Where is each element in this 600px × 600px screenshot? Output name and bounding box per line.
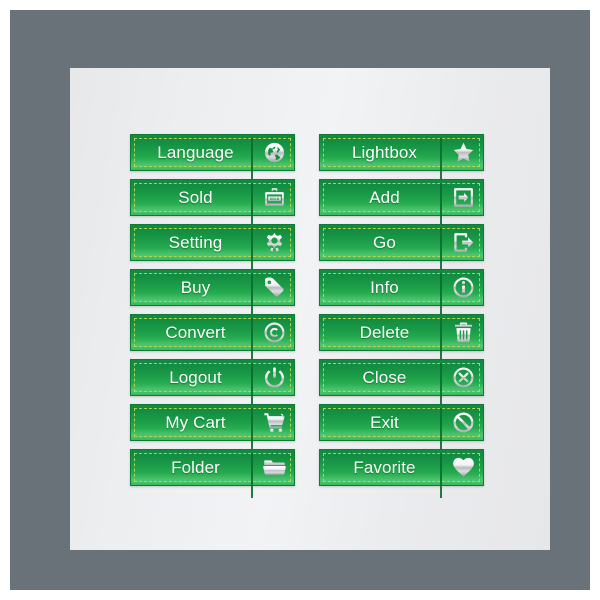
globe-icon — [254, 135, 294, 170]
button-label: Sold — [178, 188, 213, 207]
button-slot: Go — [319, 224, 484, 273]
button-slot: Language — [130, 134, 295, 183]
button-column-left: Language Sold SOLD Setting Buy Convert Logout M… — [130, 134, 295, 498]
price-tag-icon — [254, 270, 294, 305]
close-circle-icon — [443, 360, 483, 395]
button-slot: Lightbox — [319, 134, 484, 183]
no-entry-icon — [443, 405, 483, 440]
button-convert[interactable]: Convert — [130, 314, 295, 351]
button-slot: Buy — [130, 269, 295, 318]
button-favorite[interactable]: Favorite — [319, 449, 484, 486]
button-setting[interactable]: Setting — [130, 224, 295, 261]
button-label: Add — [369, 188, 400, 207]
screenshot-root: Language Sold SOLD Setting Buy Convert Logout M… — [0, 0, 600, 600]
button-sold[interactable]: Sold SOLD — [130, 179, 295, 216]
heart-icon — [443, 450, 483, 485]
button-label: Buy — [180, 278, 211, 297]
button-go[interactable]: Go — [319, 224, 484, 261]
button-slot: Convert — [130, 314, 295, 363]
button-grid: Language Sold SOLD Setting Buy Convert Logout M… — [70, 68, 550, 550]
button-add[interactable]: Add — [319, 179, 484, 216]
trash-icon — [443, 315, 483, 350]
button-slot: Sold SOLD — [130, 179, 295, 228]
button-label: Language — [157, 143, 234, 162]
button-language[interactable]: Language — [130, 134, 295, 171]
button-info[interactable]: Info — [319, 269, 484, 306]
button-label: My Cart — [165, 413, 226, 432]
button-buy[interactable]: Buy — [130, 269, 295, 306]
button-folder[interactable]: Folder — [130, 449, 295, 486]
button-label: Info — [370, 278, 399, 297]
copyright-icon — [254, 315, 294, 350]
button-label: Logout — [169, 368, 222, 387]
button-label: Setting — [168, 233, 223, 252]
button-close[interactable]: Close — [319, 359, 484, 396]
button-label: Lightbox — [351, 143, 418, 162]
button-slot: Delete — [319, 314, 484, 363]
shopping-cart-icon — [254, 405, 294, 440]
outer-frame: Language Sold SOLD Setting Buy Convert Logout M… — [10, 10, 590, 590]
button-label: Folder — [171, 458, 220, 477]
button-lightbox[interactable]: Lightbox — [319, 134, 484, 171]
button-label: Convert — [165, 323, 226, 342]
power-icon — [254, 360, 294, 395]
button-slot: My Cart — [130, 404, 295, 453]
button-label: Exit — [370, 413, 399, 432]
button-slot: Favorite — [319, 449, 484, 498]
button-slot: Folder — [130, 449, 295, 498]
button-slot: Logout — [130, 359, 295, 408]
sold-basket-icon: SOLD — [254, 180, 294, 215]
button-slot: Info — [319, 269, 484, 318]
button-slot: Close — [319, 359, 484, 408]
button-label: Go — [373, 233, 396, 252]
button-label: Delete — [359, 323, 410, 342]
button-slot: Setting — [130, 224, 295, 273]
button-exit[interactable]: Exit — [319, 404, 484, 441]
gear-icon — [254, 225, 294, 260]
enter-arrow-icon — [443, 225, 483, 260]
button-slot: Exit — [319, 404, 484, 453]
button-delete[interactable]: Delete — [319, 314, 484, 351]
button-label: Close — [362, 368, 407, 387]
button-label: Favorite — [353, 458, 416, 477]
info-circle-icon — [443, 270, 483, 305]
button-my-cart[interactable]: My Cart — [130, 404, 295, 441]
add-box-icon — [443, 180, 483, 215]
svg-text:SOLD: SOLD — [269, 197, 279, 201]
button-column-right: Lightbox Add Go Info Delete Close Exit Favorite — [319, 134, 484, 498]
star-icon — [443, 135, 483, 170]
button-logout[interactable]: Logout — [130, 359, 295, 396]
button-slot: Add — [319, 179, 484, 228]
folder-icon — [254, 450, 294, 485]
